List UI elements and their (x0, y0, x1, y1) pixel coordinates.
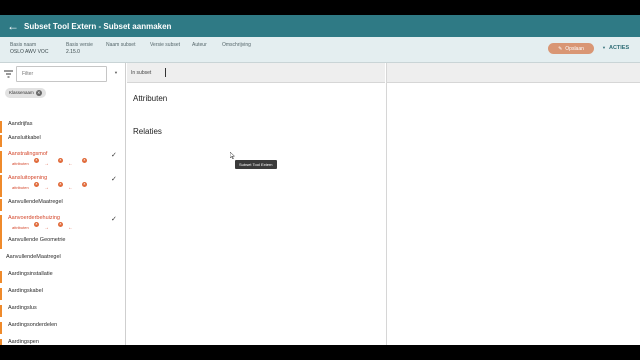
field-label: Versie subset (150, 42, 181, 48)
field-basis-naam: Basis naam OSLO AWV VOC (10, 42, 48, 55)
detail-panel (386, 63, 640, 345)
subset-info-bar: Basis naam OSLO AWV VOC Basis versie 2.1… (0, 37, 640, 63)
class-name: Aardingsinstallatie (8, 271, 53, 277)
section-relations: Relaties (133, 127, 162, 136)
field-label: Basis naam (10, 42, 37, 48)
field-auteur[interactable]: Auteur (192, 42, 207, 49)
arrow-left-icon: ← (68, 161, 73, 167)
list-item[interactable]: Aansluitkabel (0, 135, 41, 147)
class-name: Aandrijfas (8, 121, 33, 127)
class-name: Aanvullende Geometrie (8, 237, 66, 243)
filter-input[interactable] (16, 66, 107, 82)
text-cursor (165, 68, 166, 77)
save-button[interactable]: ✎ Opslaan (548, 43, 594, 54)
list-item[interactable]: Aanvullende Geometrie (0, 237, 125, 249)
tooltip: Subset Tool Extern (235, 160, 277, 169)
filter-chip[interactable]: Klassenaam ✕ (5, 88, 46, 98)
check-icon: ✓ (111, 176, 117, 183)
acties-menu-button[interactable]: ▼ ACTIES (602, 45, 629, 51)
filter-row: ▼ (0, 63, 125, 85)
class-name: AanvullendeMaatregel (6, 254, 61, 260)
field-value: 2.15.0 (66, 49, 80, 55)
acties-label: ACTIES (608, 45, 630, 51)
relation-badge-icon: 8 (34, 158, 39, 163)
back-arrow-icon[interactable]: ← (4, 15, 22, 37)
list-item[interactable]: Aardingslus (0, 305, 125, 317)
class-name: Aanvoerderbehuizing (8, 215, 60, 221)
class-name: Aansluitopening (8, 175, 48, 181)
field-label: Auteur (192, 42, 207, 48)
pencil-icon: ✎ (558, 45, 563, 52)
class-name: Aardingsonderdelen (8, 322, 58, 328)
relation-badge-icon: 8 (58, 182, 63, 187)
list-item[interactable]: Aardingsonderdelen (0, 322, 125, 334)
relation-badge-icon: 8 (58, 222, 63, 227)
list-item[interactable]: Aardingsinstallatie (0, 271, 125, 283)
field-label: Basis versie (66, 42, 93, 48)
field-versie-subset[interactable]: Versie subset (150, 42, 180, 49)
class-sub-label: attributen (12, 225, 29, 230)
list-item[interactable]: AanvullendeMaatregel (0, 254, 125, 266)
caret-down-icon: ▼ (602, 45, 606, 50)
field-omschrijving[interactable]: Omschrijving (222, 42, 251, 49)
in-subset-label: In subset (131, 70, 152, 76)
app-header: ← Subset Tool Extern - Subset aanmaken (0, 15, 640, 37)
field-label: Omschrijving (222, 42, 251, 48)
class-name: Aanstralingsmof (8, 151, 48, 157)
class-sub-label: attributen (12, 185, 29, 190)
field-value: OSLO AWV VOC (10, 49, 49, 55)
class-name: Aardingspen (8, 339, 39, 345)
relation-badge-icon: 8 (82, 158, 87, 163)
arrow-right-icon: → (44, 225, 49, 231)
class-sub-label: attributen (12, 161, 29, 166)
detail-panel-header (387, 63, 640, 83)
class-name: AanvullendeMaatregel (8, 199, 63, 205)
field-label: Naam subset (106, 42, 136, 48)
arrow-left-icon: ← (68, 185, 73, 191)
relation-badge-icon: 8 (34, 182, 39, 187)
class-name: Aardingskabel (8, 288, 43, 294)
chip-remove-icon[interactable]: ✕ (35, 90, 42, 96)
relation-badge-icon: 8 (34, 222, 39, 227)
chip-label: Klassenaam (9, 90, 34, 95)
app-frame: ← Subset Tool Extern - Subset aanmaken B… (0, 15, 640, 345)
field-naam-subset[interactable]: Naam subset (106, 42, 135, 49)
class-name: Aardingslus (8, 305, 37, 311)
in-subset-header[interactable]: In subset (127, 63, 385, 83)
relation-badge-icon: 8 (82, 182, 87, 187)
list-item[interactable]: AanvullendeMaatregel (0, 199, 125, 211)
arrow-right-icon: → (44, 185, 49, 191)
page-title: Subset Tool Extern - Subset aanmaken (24, 21, 172, 31)
filter-dropdown-icon[interactable]: ▼ (114, 70, 118, 75)
relation-badge-icon: 8 (58, 158, 63, 163)
mouse-pointer-icon (230, 152, 235, 159)
list-item[interactable]: Aardingskabel (0, 288, 125, 300)
class-list-panel: ▼ Klassenaam ✕ Aandrijfas Aansluitkabel … (0, 63, 126, 345)
list-item[interactable]: Aandrijfas (0, 121, 32, 133)
check-icon: ✓ (111, 216, 117, 223)
arrow-left-icon: ← (68, 225, 73, 231)
filter-icon[interactable] (4, 70, 13, 78)
list-item[interactable]: Aanstralingsmof ✓ attributen 8 → 8 ← 8 (0, 151, 125, 173)
check-icon: ✓ (111, 152, 117, 159)
section-attributes: Attributen (133, 94, 168, 103)
list-item[interactable]: Aansluitopening ✓ attributen 8 → 8 ← 8 (0, 175, 125, 197)
field-basis-versie: Basis versie 2.15.0 (66, 42, 93, 55)
class-name: Aansluitkabel (8, 135, 41, 141)
list-item[interactable]: Aardingspen (0, 339, 125, 345)
save-button-label: Opslaan (565, 45, 584, 52)
arrow-right-icon: → (44, 161, 49, 167)
list-item[interactable]: Aanvoerderbehuizing ✓ attributen 8 → 8 ← (0, 215, 125, 237)
